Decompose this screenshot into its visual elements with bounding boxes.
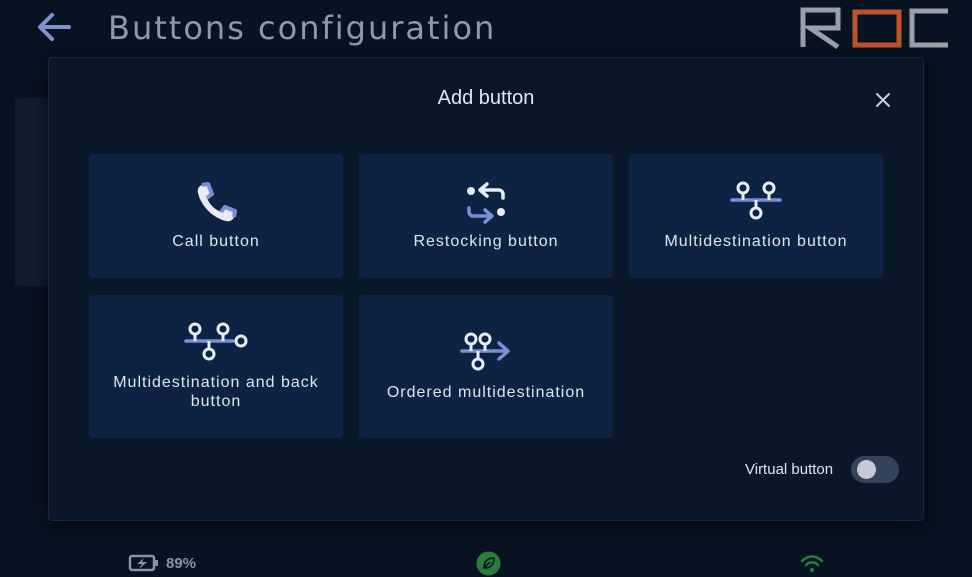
- multidestination-back-button-option[interactable]: Multidestination and back button: [89, 295, 343, 438]
- multidestination-back-icon: [184, 322, 248, 361]
- ordered-multidestination-label: Ordered multidestination: [386, 384, 586, 401]
- battery-percentage: 89%: [166, 554, 197, 572]
- toggle-knob: [857, 460, 876, 479]
- multidestination-back-button-label: Multidestination and back button: [113, 374, 319, 410]
- restocking-button-label: Restocking button: [413, 233, 559, 250]
- restocking-button-option[interactable]: Restocking button: [359, 154, 613, 278]
- dialog-title: Add button: [437, 87, 535, 109]
- virtual-button-toggle[interactable]: [851, 456, 899, 483]
- eco-leaf-icon: [476, 551, 501, 576]
- ordered-multidestination-icon: [460, 332, 510, 371]
- multidestination-button-option[interactable]: Multidestination button: [629, 154, 883, 278]
- multidestination-icon: [730, 181, 782, 220]
- battery-charging-icon: [128, 554, 158, 572]
- wifi-icon: [800, 555, 824, 572]
- phone-icon: [197, 182, 237, 222]
- multidestination-button-label: Multidestination button: [664, 233, 848, 250]
- virtual-button-label: Virtual button: [745, 461, 834, 478]
- call-button-label: Call button: [172, 233, 260, 250]
- battery-status: 89%: [128, 554, 196, 572]
- add-button-dialog: Add button Call button Restocking button: [48, 57, 924, 521]
- close-button[interactable]: [871, 88, 895, 112]
- close-icon: [876, 93, 890, 107]
- page-title: Buttons configuration: [108, 9, 497, 47]
- restock-icon: [467, 182, 505, 224]
- call-button-option[interactable]: Call button: [89, 154, 343, 278]
- ordered-multidestination-option[interactable]: Ordered multidestination: [359, 295, 613, 438]
- arrow-left-icon: [38, 13, 71, 41]
- back-button[interactable]: [36, 10, 72, 44]
- roc-logo: [800, 7, 948, 49]
